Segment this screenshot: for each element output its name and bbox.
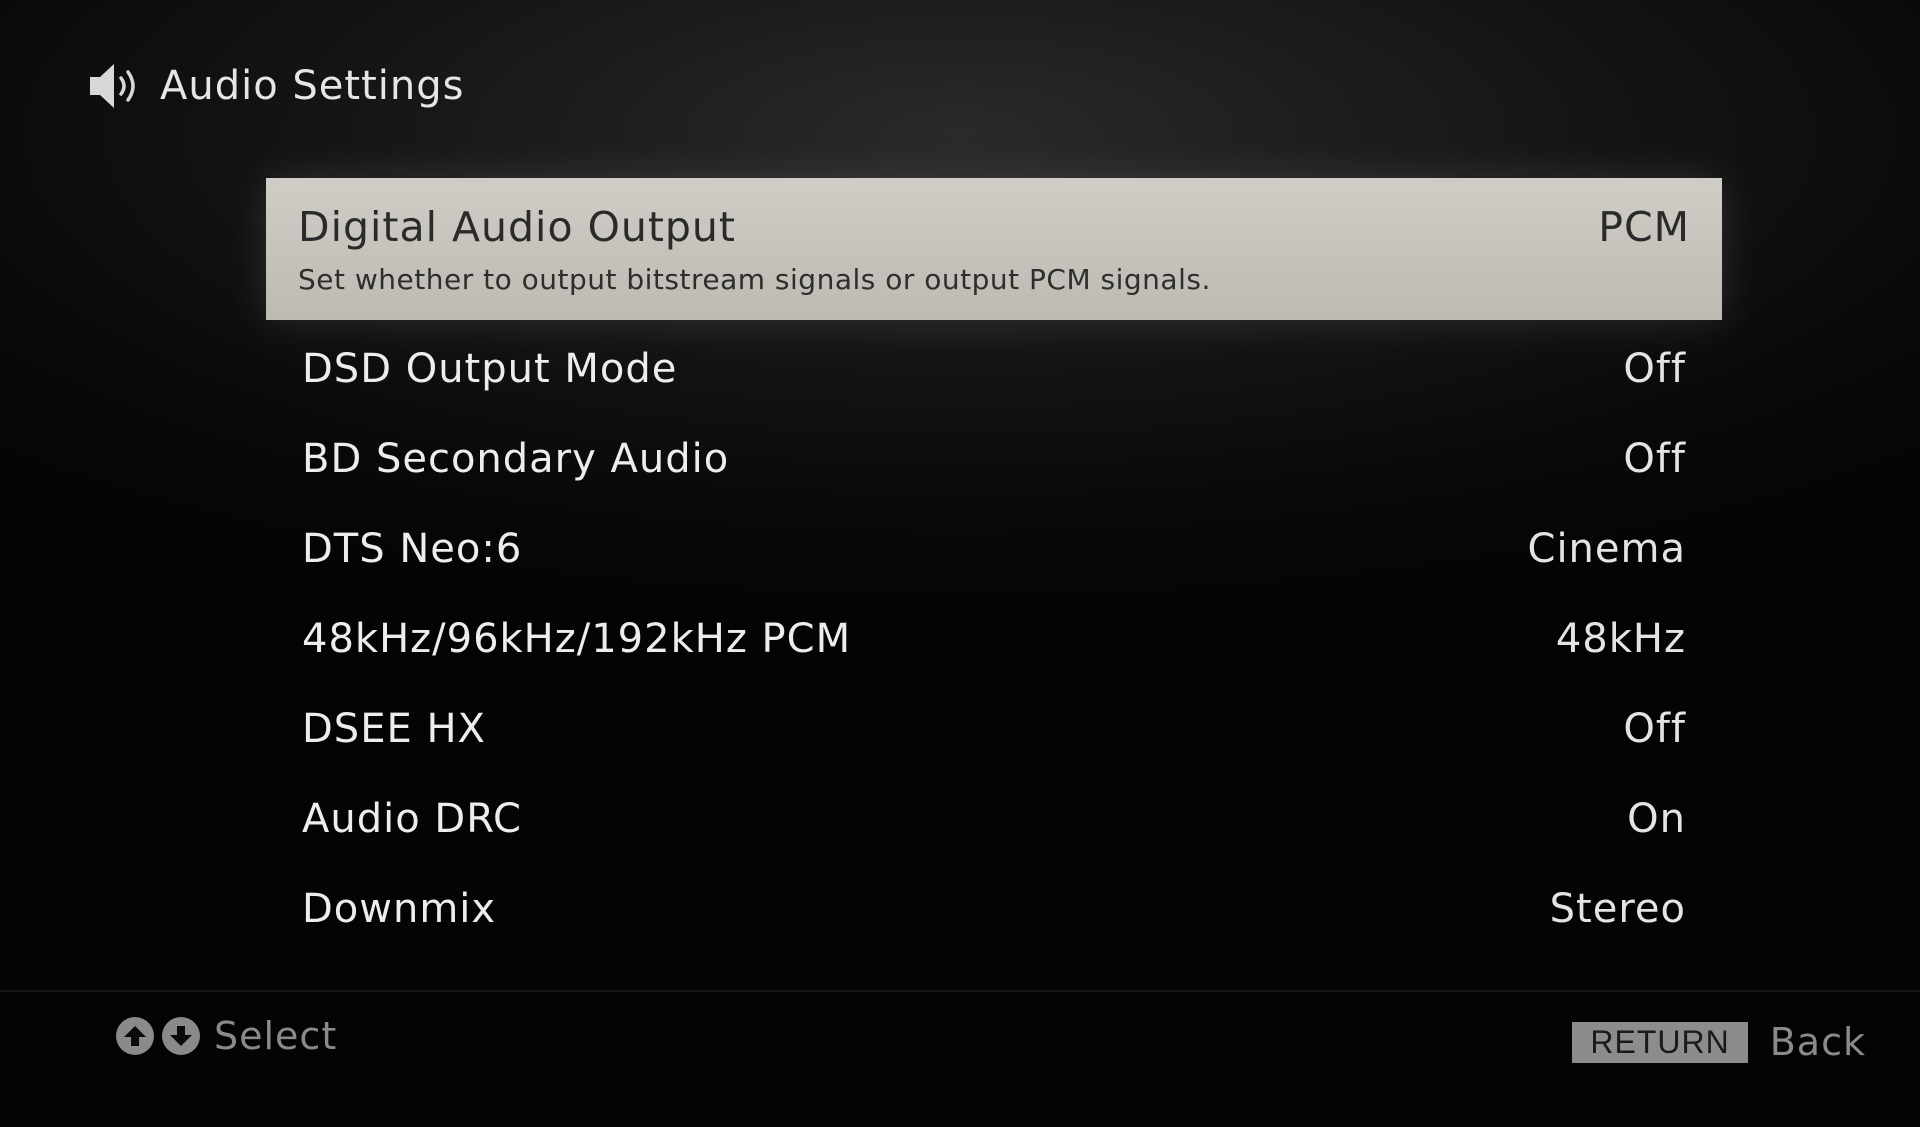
arrow-up-icon — [116, 1017, 154, 1055]
menu-item-label: DSEE HX — [302, 706, 486, 752]
menu-item-label: 48kHz/96kHz/192kHz PCM — [302, 616, 852, 662]
menu-item-row: Digital Audio Output PCM — [298, 203, 1690, 251]
menu-item-value: On — [1627, 796, 1686, 842]
menu-item-label: DTS Neo:6 — [302, 526, 523, 572]
menu-item-dsee-hx[interactable]: DSEE HX Off — [266, 684, 1722, 774]
menu-item-value: Cinema — [1527, 526, 1686, 572]
menu-item-value: Off — [1623, 346, 1686, 392]
menu-item-value: PCM — [1598, 202, 1690, 251]
menu-item-label: BD Secondary Audio — [302, 436, 730, 482]
select-hint-label: Select — [214, 1014, 338, 1058]
menu-item-digital-audio-output[interactable]: Digital Audio Output PCM Set whether to … — [266, 178, 1722, 320]
menu-item-label: Digital Audio Output — [298, 202, 736, 251]
menu-item-value: Stereo — [1549, 886, 1686, 932]
menu-item-audio-drc[interactable]: Audio DRC On — [266, 774, 1722, 864]
menu-item-dsd-output-mode[interactable]: DSD Output Mode Off — [266, 324, 1722, 414]
footer-back-hint: RETURN Back — [1572, 1020, 1866, 1064]
header: Audio Settings — [88, 56, 464, 116]
menu-item-label: DSD Output Mode — [302, 346, 678, 392]
menu-item-label: Downmix — [302, 886, 497, 932]
page-title: Audio Settings — [160, 63, 465, 109]
menu-item-pcm-sample-rate[interactable]: 48kHz/96kHz/192kHz PCM 48kHz — [266, 594, 1722, 684]
menu-item-description: Set whether to output bitstream signals … — [298, 262, 1211, 296]
arrow-down-icon — [162, 1017, 200, 1055]
footer-select-hint: Select — [116, 1014, 337, 1058]
audio-settings-screen: Audio Settings Digital Audio Output PCM … — [0, 0, 1920, 1127]
return-key-badge: RETURN — [1572, 1021, 1748, 1063]
menu-item-label: Audio DRC — [302, 796, 522, 842]
speaker-icon — [90, 64, 135, 108]
settings-menu: Digital Audio Output PCM Set whether to … — [266, 178, 1722, 954]
menu-item-dts-neo6[interactable]: DTS Neo:6 Cinema — [266, 504, 1722, 594]
menu-item-downmix[interactable]: Downmix Stereo — [266, 864, 1722, 954]
back-hint-label: Back — [1769, 1020, 1866, 1064]
menu-item-bd-secondary-audio[interactable]: BD Secondary Audio Off — [266, 414, 1722, 504]
menu-item-value: 48kHz — [1555, 616, 1686, 662]
menu-item-value: Off — [1623, 436, 1686, 482]
footer-divider — [0, 990, 1920, 992]
menu-item-value: Off — [1623, 706, 1686, 752]
